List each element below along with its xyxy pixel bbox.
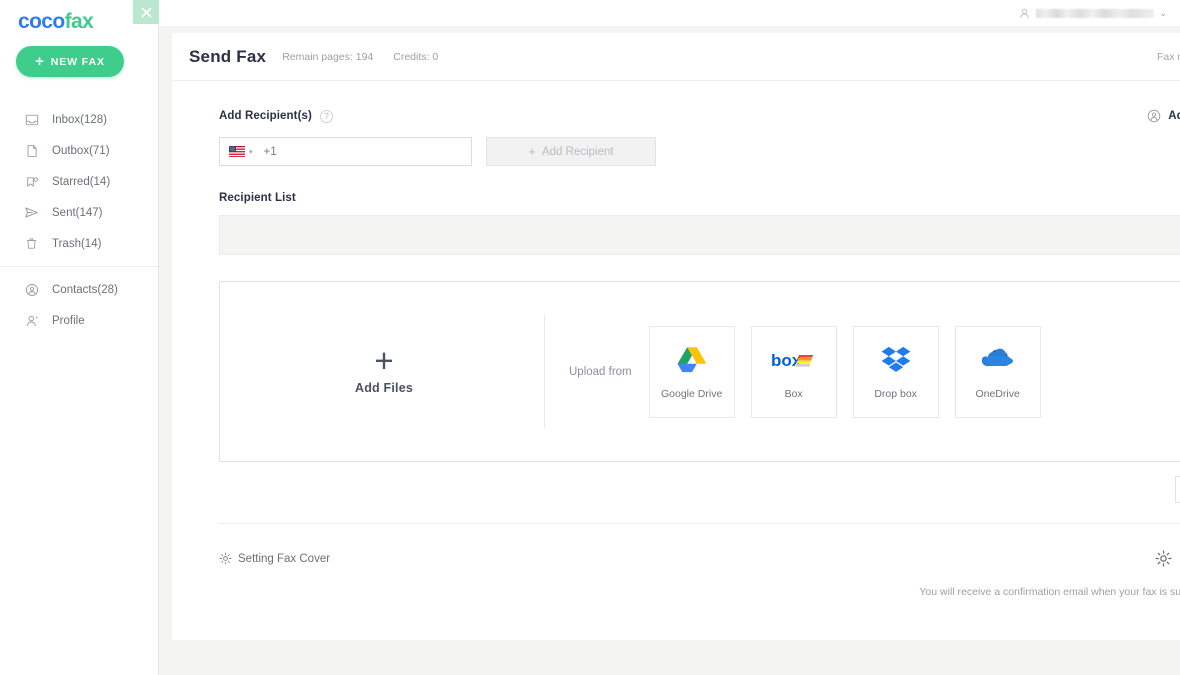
sidebar-item-label: Profile — [52, 315, 85, 327]
sidebar-item-outbox[interactable]: Outbox(71) — [0, 135, 158, 166]
user-icon — [1018, 7, 1031, 20]
sidebar-item-sent[interactable]: Sent(147) — [0, 197, 158, 228]
recipient-list-label: Recipient List — [219, 192, 296, 204]
chevron-down-icon: ⌄ — [1159, 8, 1167, 19]
recipient-phone-input[interactable]: ▾ +1 — [219, 137, 472, 166]
help-icon[interactable]: ? — [320, 110, 333, 123]
sidebar-item-label: Sent(147) — [52, 207, 103, 219]
close-icon[interactable] — [133, 0, 160, 24]
add-text-button[interactable]: + Add Text — [1175, 476, 1180, 503]
phone-number-value: +1 — [264, 146, 277, 158]
footer-actions: Setting Fax Cover Send Now — [219, 544, 1180, 573]
provider-label: OneDrive — [975, 388, 1019, 400]
content-card: Send Fax Remain pages: 194 Credits: 0 Fa… — [172, 33, 1180, 640]
sidebar: cocofax + NEW FAX Inbox(128) — [0, 0, 159, 675]
footer-divider — [219, 523, 1180, 524]
close-glyph — [139, 5, 154, 20]
file-upload-area: + Add Files Upload from — [219, 281, 1180, 462]
profile-icon — [24, 313, 39, 328]
add-recipients-label: Add Recipient(s) — [219, 110, 312, 122]
add-from-contacts-button[interactable]: Add From Contacts — [1147, 109, 1180, 123]
dropbox-icon — [881, 344, 911, 376]
upload-provider-onedrive[interactable]: OneDrive — [955, 326, 1041, 418]
provider-label: Drop box — [874, 388, 917, 400]
send-icon — [24, 205, 39, 220]
credits-status: Credits: 0 — [393, 51, 438, 63]
inbox-icon — [24, 112, 39, 127]
new-fax-label: NEW FAX — [51, 56, 105, 68]
recipient-entry-row: ▾ +1 + Add Recipient — [219, 137, 1180, 166]
sidebar-item-starred[interactable]: Starred(14) — [0, 166, 158, 197]
plus-icon: + — [528, 144, 536, 159]
sidebar-item-inbox[interactable]: Inbox(128) — [0, 104, 158, 135]
sidebar-item-label: Trash(14) — [52, 238, 101, 250]
recipient-list-section: Recipient List — [219, 188, 1180, 206]
page-title: Send Fax — [189, 47, 266, 67]
trash-icon — [24, 236, 39, 251]
document-icon — [24, 143, 39, 158]
gear-icon — [1155, 550, 1172, 567]
fax-number-label: Fax number: + — [1157, 51, 1180, 63]
upload-provider-box[interactable]: box Box — [751, 326, 837, 418]
app-root: cocofax + NEW FAX Inbox(128) — [0, 0, 1180, 675]
account-email-redacted — [1036, 9, 1154, 18]
google-drive-icon — [677, 344, 707, 376]
us-flag-icon[interactable] — [229, 146, 245, 157]
starred-icon — [24, 174, 39, 189]
gear-icon — [219, 552, 232, 565]
vertical-divider — [544, 315, 545, 428]
sidebar-item-contacts[interactable]: Contacts(28) — [0, 274, 158, 305]
plus-icon: + — [374, 348, 393, 374]
main-area: ⌄ Send Fax Remain pages: 194 Credits: 0 … — [159, 0, 1180, 675]
upload-provider-dropbox[interactable]: Drop box — [853, 326, 939, 418]
remain-pages-status: Remain pages: 194 — [282, 51, 373, 63]
onedrive-icon — [981, 344, 1015, 376]
new-fax-button[interactable]: + NEW FAX — [16, 46, 124, 77]
fax-settings-button[interactable] — [1155, 550, 1172, 567]
sidebar-item-label: Outbox(71) — [52, 145, 110, 157]
account-menu[interactable]: ⌄ — [1018, 7, 1167, 20]
sidebar-item-label: Starred(14) — [52, 176, 110, 188]
page-header: Send Fax Remain pages: 194 Credits: 0 Fa… — [172, 33, 1180, 81]
country-chevron-down-icon[interactable]: ▾ — [249, 148, 253, 156]
top-bar: ⌄ — [159, 0, 1180, 26]
confirmation-note: You will receive a confirmation email wh… — [219, 586, 1180, 598]
sidebar-divider — [0, 266, 158, 267]
add-files-label: Add Files — [355, 381, 413, 395]
add-recipient-button[interactable]: + Add Recipient — [486, 137, 656, 166]
sidebar-item-label: Inbox(128) — [52, 114, 107, 126]
sidebar-nav: Inbox(128) Outbox(71) Starred(14) Sent(1… — [0, 104, 158, 336]
fax-number-display: Fax number: + — [1157, 51, 1180, 63]
add-from-contacts-label: Add From Contacts — [1168, 110, 1180, 122]
logo-text-primary: coco — [18, 10, 65, 33]
setting-fax-cover-label: Setting Fax Cover — [238, 553, 330, 565]
add-recipient-label: Add Recipient — [542, 146, 614, 158]
cloud-providers: Google Drive box — [649, 326, 1041, 418]
logo-text-secondary: fax — [65, 10, 94, 33]
svg-text:box: box — [771, 351, 802, 370]
sidebar-item-profile[interactable]: Profile — [0, 305, 158, 336]
add-recipients-header: Add Recipient(s) ? Add From Contacts — [219, 109, 1180, 123]
add-text-row: + Add Text — [219, 476, 1180, 503]
box-icon: box — [771, 344, 817, 376]
plus-icon: + — [35, 54, 45, 69]
sidebar-item-label: Contacts(28) — [52, 284, 118, 296]
contacts-icon — [24, 282, 39, 297]
recipient-list-box[interactable] — [219, 215, 1180, 255]
contacts-circle-icon — [1147, 109, 1161, 123]
add-files-button[interactable]: + Add Files — [224, 348, 544, 395]
upload-provider-google-drive[interactable]: Google Drive — [649, 326, 735, 418]
upload-from-label: Upload from — [569, 366, 632, 378]
setting-fax-cover-button[interactable]: Setting Fax Cover — [219, 552, 330, 565]
form-body: Add Recipient(s) ? Add From Contacts — [172, 81, 1180, 598]
provider-label: Box — [785, 388, 803, 400]
sidebar-item-trash[interactable]: Trash(14) — [0, 228, 158, 259]
provider-label: Google Drive — [661, 388, 722, 400]
